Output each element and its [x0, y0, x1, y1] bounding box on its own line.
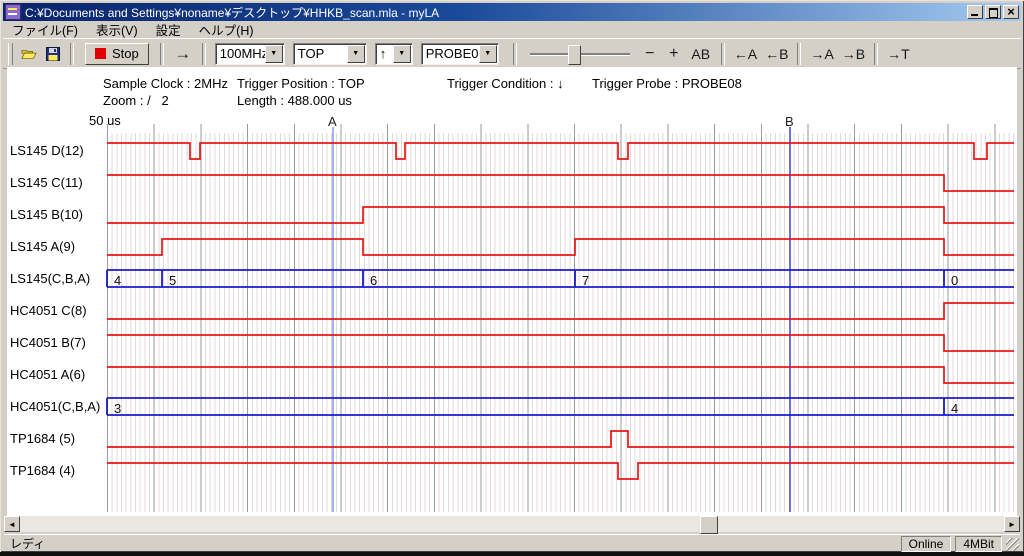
signal-label: LS145 D(12)	[10, 143, 84, 158]
window-title: C:¥Documents and Settings¥noname¥デスクトップ¥…	[25, 4, 965, 21]
status-online-badge: Online	[901, 536, 952, 552]
zoom-out-button[interactable]: −	[638, 43, 662, 65]
toolbar-separator	[160, 43, 164, 65]
signal-label: HC4051(C,B,A)	[10, 399, 100, 414]
trigger-position-select[interactable]: TOP ▼	[293, 43, 367, 65]
zoom-info: Zoom : / 2	[103, 93, 169, 108]
zoom-slider-thumb[interactable]	[568, 45, 581, 65]
status-bar: レディ Online 4MBit	[4, 534, 1020, 552]
trigger-edge-value: ↑	[376, 46, 393, 61]
trigger-edge-select[interactable]: ↑ ▼	[375, 43, 413, 65]
menu-view[interactable]: 表示(V)	[87, 19, 147, 40]
stop-button[interactable]: Stop	[85, 43, 149, 65]
menu-file[interactable]: ファイル(F)	[3, 19, 87, 40]
open-folder-icon	[21, 47, 37, 61]
chevron-down-icon[interactable]: ▼	[265, 45, 283, 63]
signal-label: TP1684 (4)	[10, 463, 75, 478]
toolbar-separator	[797, 43, 801, 65]
signal-label: HC4051 B(7)	[10, 335, 86, 350]
scrollbar-thumb[interactable]	[700, 516, 718, 534]
trigger-probe-value: PROBE00	[422, 46, 479, 61]
sample-clock-info: Sample Clock : 2MHz	[103, 76, 228, 91]
scroll-right-button[interactable]: ►	[1004, 516, 1020, 532]
chevron-down-icon[interactable]: ▼	[393, 45, 411, 63]
time-scale-label: 50 us	[89, 113, 121, 128]
zoom-slider[interactable]	[530, 43, 630, 65]
toolbar: Stop → 100MHz ▼ TOP ▼ ↑ ▼ PROBE00 ▼ − + …	[3, 38, 1021, 69]
sample-clock-select[interactable]: 100MHz ▼	[215, 43, 285, 65]
trigger-position-value: TOP	[294, 46, 347, 61]
ab-span-button[interactable]: AB	[686, 43, 716, 65]
signal-label: TP1684 (5)	[10, 431, 75, 446]
horizontal-scrollbar[interactable]: ◄ ►	[4, 516, 1020, 532]
sample-clock-value: 100MHz	[216, 46, 265, 61]
app-icon	[5, 4, 21, 20]
zoom-in-button[interactable]: +	[662, 43, 686, 65]
chevron-down-icon[interactable]: ▼	[347, 45, 365, 63]
status-memory-badge: 4MBit	[955, 536, 1002, 552]
trigger-probe-select[interactable]: PROBE00 ▼	[421, 43, 499, 65]
stop-label: Stop	[112, 46, 139, 61]
menu-bar: ファイル(F) 表示(V) 設定 ヘルプ(H)	[3, 21, 1021, 38]
signal-label: LS145 B(10)	[10, 207, 83, 222]
floppy-disk-icon	[46, 47, 60, 61]
resize-grip[interactable]	[1006, 538, 1019, 551]
toolbar-separator	[721, 43, 725, 65]
toolbar-grip	[8, 43, 13, 65]
scroll-left-button[interactable]: ◄	[4, 516, 20, 532]
goto-trigger-button[interactable]: →T	[883, 43, 914, 65]
marker-label-a: A	[328, 114, 337, 129]
signal-label: LS145(C,B,A)	[10, 271, 90, 286]
status-ready-text: レディ	[10, 535, 45, 552]
signal-label: HC4051 A(6)	[10, 367, 85, 382]
set-marker-a-left-button[interactable]: ←A	[730, 43, 761, 65]
trigger-position-info: Trigger Position : TOP	[237, 76, 365, 91]
waveform-panel	[7, 67, 1017, 516]
toolbar-separator	[70, 43, 74, 65]
menu-settings[interactable]: 設定	[147, 19, 190, 40]
signal-label: LS145 C(11)	[10, 175, 83, 190]
set-marker-b-left-button[interactable]: ←B	[761, 43, 792, 65]
length-info: Length : 488.000 us	[237, 93, 352, 108]
menu-help[interactable]: ヘルプ(H)	[190, 19, 263, 40]
app-window: C:¥Documents and Settings¥noname¥デスクトップ¥…	[0, 0, 1024, 552]
signal-label: LS145 A(9)	[10, 239, 75, 254]
maximize-button[interactable]	[985, 5, 1001, 19]
run-single-button[interactable]: →	[169, 43, 197, 65]
toolbar-separator	[513, 43, 517, 65]
toolbar-separator	[202, 43, 206, 65]
minimize-button[interactable]	[967, 5, 983, 19]
open-file-button[interactable]	[17, 43, 41, 65]
close-button[interactable]	[1003, 5, 1019, 19]
marker-label-b: B	[785, 114, 794, 129]
save-button[interactable]	[41, 43, 65, 65]
goto-marker-b-button[interactable]: →B	[838, 43, 869, 65]
stop-icon	[95, 48, 106, 59]
goto-marker-a-button[interactable]: →A	[806, 43, 837, 65]
trigger-condition-info: Trigger Condition : ↓	[447, 76, 564, 91]
trigger-probe-info: Trigger Probe : PROBE08	[592, 76, 742, 91]
chevron-down-icon[interactable]: ▼	[479, 45, 497, 63]
signal-label: HC4051 C(8)	[10, 303, 87, 318]
toolbar-separator	[874, 43, 878, 65]
